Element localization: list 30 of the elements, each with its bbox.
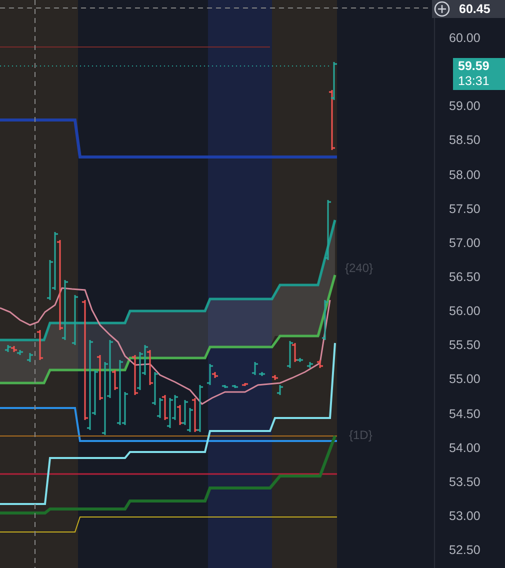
price-bar [36, 329, 44, 361]
price-bar [241, 382, 249, 387]
price-tick-label: 53.50 [449, 474, 480, 491]
price-tick-label: 58.00 [449, 166, 480, 184]
price-tick-label: 55.00 [449, 371, 480, 388]
price-bar [221, 384, 229, 389]
price-bar [231, 384, 239, 389]
last-price-label: 59.59 13:31 [453, 58, 505, 90]
price-tick-label: 53.00 [449, 508, 480, 525]
price-bar [276, 384, 284, 396]
price-bar [321, 299, 329, 341]
add-icon[interactable] [434, 1, 450, 17]
price-bar [271, 374, 279, 381]
price-tick-label: 56.50 [449, 268, 480, 286]
price-tick-label: 54.50 [449, 406, 480, 423]
price-tick-label: 55.50 [449, 337, 480, 354]
price-bar [306, 361, 314, 369]
price-bar [316, 359, 324, 369]
price-tick-label: 54.00 [449, 440, 480, 457]
price-bar [324, 199, 332, 261]
price-tick-label: 60.00 [449, 30, 480, 47]
price-tick-label: 57.00 [449, 234, 480, 252]
price-tick-label: 57.50 [449, 200, 480, 218]
price-bar [26, 352, 34, 363]
price-tick-label: 52.50 [449, 542, 480, 560]
price-bar [71, 294, 79, 346]
crosshair-price-label: 60.45 [459, 2, 490, 16]
price-tick-label: 58.50 [449, 132, 480, 150]
price-tick-label: 56.00 [449, 303, 480, 320]
price-tick-label: 59.00 [449, 98, 480, 116]
